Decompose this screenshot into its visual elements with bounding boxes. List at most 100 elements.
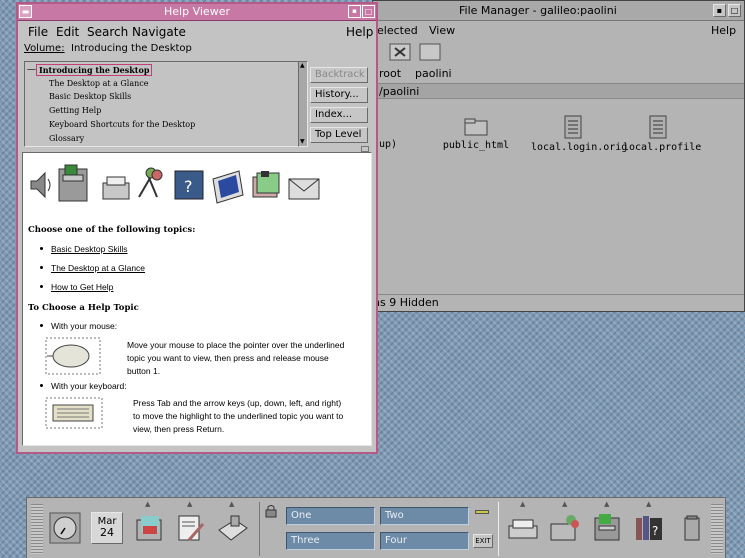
help-viewer-menubar: File Edit Search Navigate Help	[18, 21, 376, 41]
trash-can-icon[interactable]	[675, 512, 707, 544]
toc-item-introducing[interactable]: Introducing the Desktop	[35, 64, 153, 76]
home-folder-icon[interactable]	[419, 42, 441, 62]
help-book-icon: ?	[174, 170, 204, 200]
path-root[interactable]: root	[379, 67, 401, 80]
toc-item-getting-help[interactable]: Getting Help	[49, 106, 101, 115]
topic-link-desktop-glance[interactable]: The Desktop at a Glance	[51, 263, 145, 273]
index-button[interactable]: Index...	[310, 107, 368, 123]
file-manager-pathrow: root paolini	[373, 65, 744, 83]
path-paolini[interactable]: paolini	[415, 67, 452, 80]
workspace-four-button[interactable]: Four	[380, 532, 469, 550]
menu-help[interactable]: Help	[346, 25, 373, 39]
workspace-one-button[interactable]: One	[286, 507, 375, 525]
folders-icon	[252, 171, 280, 198]
toc-scrollbar[interactable]: ▲ ▼	[298, 61, 308, 147]
maximize-button[interactable]: □	[728, 4, 741, 17]
toc-item-basic-skills[interactable]: Basic Desktop Skills	[49, 92, 131, 101]
bullet-icon	[40, 384, 43, 387]
style-manager-icon	[138, 167, 163, 198]
subpanel-arrow-icon[interactable]: ▲	[646, 500, 651, 508]
subpanel-arrow-icon[interactable]: ▲	[520, 500, 525, 508]
keyboard-icon	[45, 397, 103, 429]
subpanel-arrow-icon[interactable]: ▲	[562, 500, 567, 508]
subpanel-arrow-icon[interactable]: ▲	[604, 500, 609, 508]
busy-light-icon	[475, 510, 489, 514]
toc-item-keyboard-shortcuts[interactable]: Keyboard Shortcuts for the Desktop	[49, 120, 195, 129]
choose-topic-heading: Choose one of the following topics:	[28, 225, 196, 235]
file-manager-titlebar[interactable]: File Manager - galileo:paolini ▪ □	[373, 1, 744, 21]
scroll-up-arrow-icon[interactable]: ▲	[300, 63, 306, 69]
application-manager-icon[interactable]	[591, 512, 623, 544]
menu-file[interactable]: File	[28, 25, 48, 39]
file-manager-iconpath	[373, 39, 744, 65]
document-icon	[649, 115, 667, 139]
volume-value: Introducing the Desktop	[71, 43, 192, 54]
help-viewer-title: Help Viewer	[164, 5, 230, 18]
backtrack-button[interactable]: Backtrack	[310, 67, 368, 83]
minimize-button[interactable]: ▪	[348, 5, 361, 18]
top-level-button[interactable]: Top Level	[310, 127, 368, 143]
bullet-icon	[40, 266, 43, 269]
menu-edit[interactable]: Edit	[56, 25, 79, 39]
table-of-contents: — Introducing the Desktop The Desktop at…	[24, 61, 307, 147]
file-item-parent[interactable]: up)	[379, 139, 397, 150]
menu-navigate[interactable]: Navigate	[132, 25, 186, 39]
choose-help-topic-heading: To Choose a Help Topic	[28, 303, 139, 313]
svg-text:?: ?	[652, 524, 658, 538]
front-panel: Mar 24 ▲ ▲ ▲ One Two Three Four EXIT ▲ ▲…	[26, 497, 726, 558]
file-manager-icon[interactable]	[133, 512, 165, 544]
bullet-icon	[40, 247, 43, 250]
file-item-public-html[interactable]: public_html	[441, 117, 511, 151]
toc-item-desktop-glance[interactable]: The Desktop at a Glance	[49, 79, 149, 88]
file-cabinet-icon	[58, 164, 88, 202]
calendar-icon[interactable]: Mar 24	[91, 512, 123, 544]
help-viewer-window: ▬ Help Viewer ▪ □ File Edit Search Navig…	[16, 2, 378, 454]
mailer-icon[interactable]	[217, 512, 249, 544]
menu-help[interactable]: Help	[711, 24, 736, 37]
lock-icon[interactable]	[265, 504, 277, 518]
mail-icon	[288, 178, 320, 200]
subpanel-arrow-icon[interactable]: ▲	[229, 500, 234, 508]
keyboard-label: With your keyboard:	[51, 381, 127, 391]
toc-item-glossary[interactable]: Glossary	[49, 134, 84, 143]
keyboard-instructions: Press Tab and the arrow keys (up, down, …	[133, 398, 344, 434]
exit-button[interactable]: EXIT	[473, 534, 493, 548]
help-manager-icon[interactable]: ?	[633, 512, 665, 544]
menu-view[interactable]: View	[429, 24, 455, 37]
help-content-pane: ? Choose one of the following topics: Ba…	[22, 152, 372, 446]
volume-label: Volume:	[24, 43, 65, 54]
panel-left-handle[interactable]	[31, 504, 43, 554]
svg-text:?: ?	[184, 177, 193, 196]
printer-icon[interactable]	[507, 512, 539, 544]
mouse-icon	[45, 337, 101, 375]
panel-right-handle[interactable]	[711, 504, 723, 554]
menu-search[interactable]: Search	[87, 25, 128, 39]
mouse-label: With your mouse:	[51, 321, 118, 331]
toc-marker: —	[27, 65, 36, 75]
workspace-three-button[interactable]: Three	[286, 532, 375, 550]
terminal-icon	[212, 170, 244, 204]
help-viewer-titlebar[interactable]: ▬ Help Viewer ▪ □	[18, 4, 376, 21]
root-folder-icon[interactable]	[389, 42, 411, 62]
topic-link-basic-skills[interactable]: Basic Desktop Skills	[51, 244, 128, 254]
volume-row: Volume: Introducing the Desktop	[18, 41, 376, 59]
style-manager-icon[interactable]	[549, 512, 581, 544]
file-manager-title: File Manager - galileo:paolini	[459, 4, 617, 17]
minimize-button[interactable]: ▪	[713, 4, 726, 17]
text-editor-icon[interactable]	[175, 512, 207, 544]
subpanel-arrow-icon[interactable]: ▲	[187, 500, 192, 508]
topic-link-get-help[interactable]: How to Get Help	[51, 282, 113, 292]
subpanel-arrow-icon[interactable]: ▲	[145, 500, 150, 508]
document-icon	[564, 115, 582, 139]
scroll-down-arrow-icon[interactable]: ▼	[300, 139, 306, 145]
file-item-local-profile[interactable]: local.profile	[623, 115, 701, 153]
maximize-button[interactable]: □	[362, 5, 375, 18]
menu-selected[interactable]: elected	[377, 24, 418, 37]
file-item-local-login-orig[interactable]: local.login.orig	[531, 115, 627, 153]
history-button[interactable]: History...	[310, 87, 368, 103]
current-directory[interactable]: /paolini	[373, 83, 744, 99]
printer-icon	[102, 176, 130, 200]
desktop-icons-banner: ?	[30, 164, 320, 204]
file-manager-window: File Manager - galileo:paolini ▪ □ elect…	[372, 0, 745, 312]
workspace-two-button[interactable]: Two	[380, 507, 469, 525]
